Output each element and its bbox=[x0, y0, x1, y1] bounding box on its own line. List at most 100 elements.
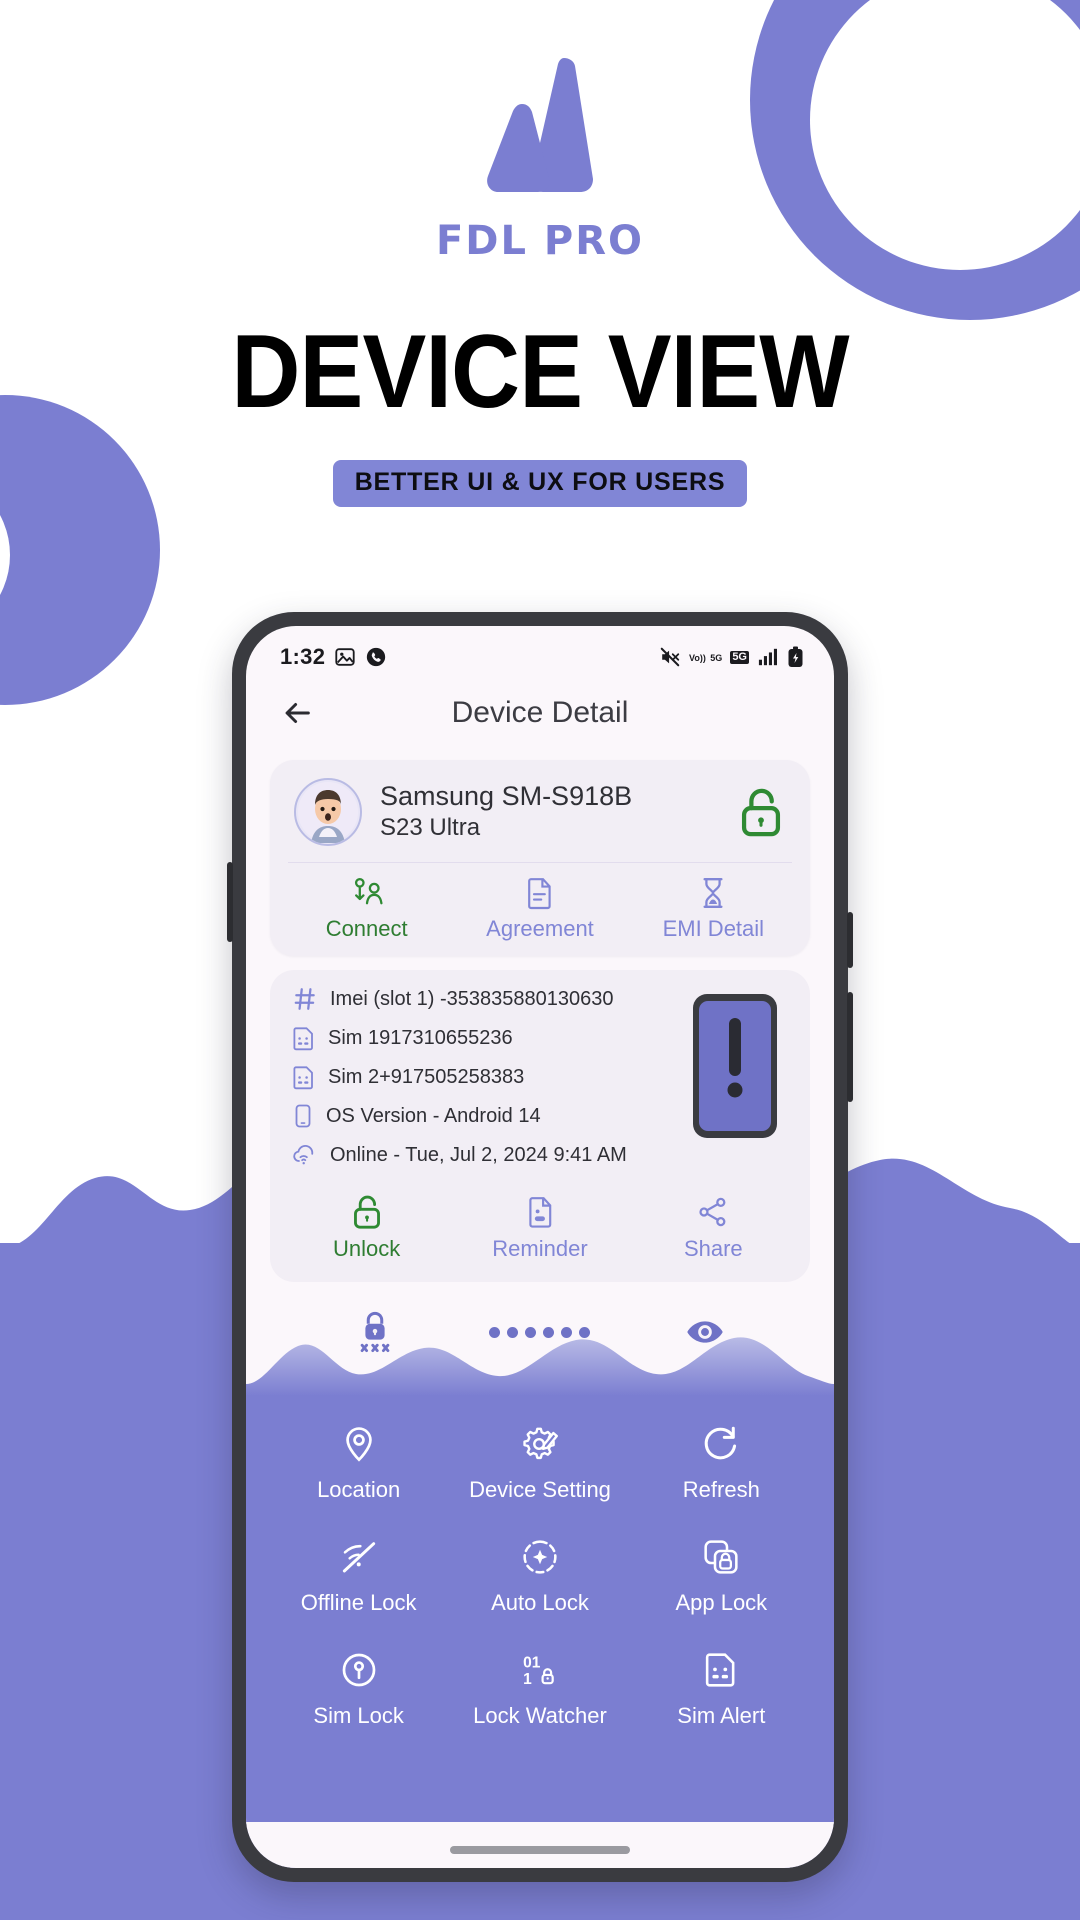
volte-top-label: Vo)) bbox=[689, 653, 706, 663]
brand-logo-block: FDL PRO bbox=[0, 52, 1080, 264]
status-bar-right: Vo)) 5G 5G bbox=[659, 646, 804, 668]
tool-offline-lock[interactable]: Offline Lock bbox=[268, 1537, 449, 1616]
mute-icon bbox=[660, 647, 680, 667]
auto-lock-icon bbox=[523, 1540, 557, 1574]
sim-lock-icon bbox=[342, 1653, 376, 1687]
device-info-card: Imei (slot 1) -353835880130630 Sim 19173… bbox=[270, 970, 810, 1282]
action-reminder-label: Reminder bbox=[492, 1236, 588, 1261]
tools-sheet: Location Device Setting Refresh Offline … bbox=[246, 1326, 834, 1868]
action-emi-detail-label: EMI Detail bbox=[662, 916, 765, 941]
decor-circle-left bbox=[0, 395, 160, 705]
tool-location[interactable]: Location bbox=[268, 1424, 449, 1503]
hero-subtitle-badge: BETTER UI & UX FOR USERS bbox=[332, 460, 748, 507]
sheet-wave bbox=[246, 1337, 834, 1396]
battery-icon bbox=[788, 646, 803, 667]
sim-icon bbox=[293, 1066, 313, 1090]
reminder-doc-icon bbox=[529, 1197, 552, 1228]
action-reminder[interactable]: Reminder bbox=[453, 1193, 626, 1262]
sim-icon bbox=[293, 1027, 313, 1051]
hourglass-icon bbox=[703, 878, 723, 908]
action-emi-detail[interactable]: EMI Detail bbox=[627, 875, 800, 942]
tool-offline-lock-label: Offline Lock bbox=[300, 1590, 417, 1615]
tool-auto-lock[interactable]: Auto Lock bbox=[449, 1537, 630, 1616]
image-icon bbox=[335, 648, 355, 666]
tools-grid: Location Device Setting Refresh Offline … bbox=[246, 1406, 834, 1729]
action-share-label: Share bbox=[683, 1236, 743, 1261]
status-bar: 1:32 Vo)) 5G 5G bbox=[246, 626, 834, 674]
status-time: 1:32 bbox=[280, 644, 326, 669]
action-connect[interactable]: Connect bbox=[280, 875, 453, 942]
locked-phone-alert-illustration-icon bbox=[693, 994, 777, 1138]
action-share[interactable]: Share bbox=[627, 1193, 800, 1262]
phone-side-button bbox=[847, 992, 853, 1102]
tool-sim-lock[interactable]: Sim Lock bbox=[268, 1650, 449, 1729]
wifi-off-icon bbox=[342, 1542, 375, 1573]
tool-sim-lock-label: Sim Lock bbox=[313, 1703, 404, 1728]
tool-app-lock[interactable]: App Lock bbox=[631, 1537, 812, 1616]
info-row-online-text: Online - Tue, Jul 2, 2024 9:41 AM bbox=[330, 1143, 627, 1166]
refresh-icon bbox=[705, 1426, 737, 1460]
hero-badge-row: BETTER UI & UX FOR USERS bbox=[0, 460, 1080, 507]
device-name: Samsung SM-S918B bbox=[380, 781, 633, 812]
info-row-sim1-text: Sim 1917310655236 bbox=[328, 1026, 513, 1049]
user-avatar-icon bbox=[298, 782, 358, 843]
svg-text:1: 1 bbox=[523, 1671, 532, 1688]
action-connect-label: Connect bbox=[325, 916, 408, 941]
info-card-actions: Unlock Reminder Share bbox=[270, 1181, 810, 1276]
mobile-icon bbox=[295, 1104, 311, 1128]
tools-sheet-body: Location Device Setting Refresh Offline … bbox=[246, 1396, 834, 1868]
phone-call-icon bbox=[367, 647, 386, 667]
phone-volume-button bbox=[227, 862, 233, 942]
phone-screen: 1:32 Vo)) 5G 5G Device Detail Samsung SM… bbox=[246, 626, 834, 1868]
tool-lock-watcher[interactable]: 01 1 Lock Watcher bbox=[449, 1650, 630, 1729]
connect-users-icon bbox=[354, 877, 383, 905]
info-row-imei: Imei (slot 1) -353835880130630 bbox=[292, 986, 660, 1012]
sim-alert-icon bbox=[706, 1653, 735, 1687]
device-thumbnail bbox=[660, 986, 810, 1181]
status-bar-left: 1:32 bbox=[280, 644, 387, 670]
page-title: DEVICE VIEW bbox=[231, 314, 849, 430]
device-card: Samsung SM-S918B S23 Ultra Connect Agree… bbox=[270, 760, 810, 956]
app-lock-icon bbox=[704, 1540, 738, 1574]
home-indicator[interactable] bbox=[450, 1846, 630, 1854]
avatar bbox=[294, 778, 362, 846]
action-agreement-label: Agreement bbox=[486, 916, 594, 941]
binary-lock-icon: 01 1 bbox=[523, 1654, 554, 1688]
info-row-sim2: Sim 2+917505258383 bbox=[292, 1064, 660, 1090]
document-icon bbox=[528, 878, 551, 910]
app-header-title: Device Detail bbox=[451, 696, 629, 729]
action-unlock[interactable]: Unlock bbox=[280, 1193, 453, 1262]
tool-auto-lock-label: Auto Lock bbox=[491, 1590, 589, 1615]
unlock-icon[interactable] bbox=[736, 785, 786, 839]
5g-icon: 5G bbox=[730, 650, 749, 664]
action-agreement[interactable]: Agreement bbox=[453, 875, 626, 942]
mountain-peak-logo-icon bbox=[487, 58, 593, 192]
svg-text:01: 01 bbox=[523, 1654, 541, 1671]
device-names: Samsung SM-S918B S23 Ultra bbox=[380, 781, 718, 842]
tool-location-label: Location bbox=[317, 1477, 401, 1502]
tool-sim-alert[interactable]: Sim Alert bbox=[631, 1650, 812, 1729]
tool-refresh[interactable]: Refresh bbox=[631, 1424, 812, 1503]
device-card-actions: Connect Agreement EMI Detail bbox=[270, 863, 810, 956]
nav-strip bbox=[246, 1822, 834, 1868]
volte-bottom-label: 5G bbox=[710, 653, 723, 663]
share-icon bbox=[699, 1197, 726, 1227]
phone-power-button bbox=[847, 912, 853, 968]
device-info-flex: Imei (slot 1) -353835880130630 Sim 19173… bbox=[270, 986, 810, 1181]
tool-lock-watcher-label: Lock Watcher bbox=[473, 1703, 607, 1728]
tool-sim-alert-label: Sim Alert bbox=[677, 1703, 766, 1728]
signal-bars-icon bbox=[758, 648, 777, 666]
location-pin-icon bbox=[345, 1427, 372, 1462]
hash-icon bbox=[294, 988, 315, 1010]
info-row-os: OS Version - Android 14 bbox=[292, 1103, 660, 1129]
gear-edit-icon bbox=[523, 1427, 558, 1460]
volte-icon: Vo)) 5G bbox=[689, 648, 722, 666]
unlock-icon bbox=[353, 1195, 380, 1229]
brand-name: FDL PRO bbox=[435, 218, 645, 264]
info-row-online: Online - Tue, Jul 2, 2024 9:41 AM bbox=[292, 1142, 660, 1168]
info-row-sim1: Sim 1917310655236 bbox=[292, 1025, 660, 1051]
device-model: S23 Ultra bbox=[380, 814, 481, 842]
app-header: Device Detail bbox=[246, 674, 834, 752]
info-row-os-text: OS Version - Android 14 bbox=[326, 1104, 541, 1127]
tool-device-setting[interactable]: Device Setting bbox=[449, 1424, 630, 1503]
